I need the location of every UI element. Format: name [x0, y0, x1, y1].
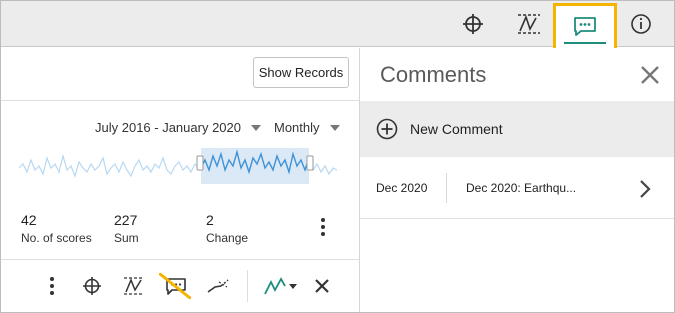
divider	[446, 173, 447, 203]
kpi-count: 42 No. of scores	[21, 212, 92, 245]
comment-date: Dec 2020	[376, 181, 428, 195]
period-label: Monthly	[274, 120, 320, 135]
top-toolbar	[1, 1, 674, 51]
range-handle-right[interactable]	[306, 155, 314, 171]
app-frame: Show Records July 2016 - January 2020 Mo…	[0, 0, 675, 313]
chart-type-icon[interactable]	[263, 272, 299, 300]
trend-lines-icon[interactable]	[119, 272, 149, 300]
divider	[247, 270, 248, 302]
comment-title: Dec 2020: Earthqu...	[466, 181, 577, 195]
kpi-sum: 227 Sum	[114, 212, 139, 245]
chevron-right-icon	[640, 180, 651, 198]
timeline-sparkline[interactable]	[19, 146, 337, 186]
close-icon[interactable]	[307, 272, 337, 300]
crosshair-icon[interactable]	[77, 272, 107, 300]
kpi-label: Sum	[114, 231, 139, 245]
range-handle-left[interactable]	[196, 155, 204, 171]
comments-off-icon[interactable]	[157, 272, 193, 300]
date-range-select[interactable]: July 2016 - January 2020	[95, 120, 261, 135]
chevron-down-icon	[250, 124, 261, 131]
panel-title: Comments	[380, 62, 487, 87]
new-comment-button[interactable]: New Comment	[360, 101, 674, 157]
kpi-value: 42	[21, 212, 37, 228]
close-icon[interactable]	[636, 61, 664, 89]
chart-panel: Show Records July 2016 - January 2020 Mo…	[1, 48, 359, 312]
kpi-label: No. of scores	[21, 231, 92, 245]
kpi-value: 2	[206, 212, 214, 228]
chevron-down-icon	[329, 124, 340, 131]
divider	[1, 259, 359, 260]
date-range-label: July 2016 - January 2020	[95, 120, 241, 135]
comments-icon	[574, 17, 596, 36]
kpi-label: Change	[206, 231, 249, 245]
kpi-more-icon[interactable]	[315, 218, 331, 242]
crosshair-icon[interactable]	[453, 8, 493, 40]
add-circle-icon	[376, 118, 398, 140]
show-records-button[interactable]: Show Records	[253, 57, 349, 88]
sparkline-faded	[19, 153, 200, 178]
period-select[interactable]: Monthly	[274, 120, 340, 135]
comments-panel: Comments New Comment Dec 2020 Dec 2020: …	[359, 48, 674, 312]
more-vertical-icon[interactable]	[37, 272, 67, 300]
forecast-icon[interactable]	[203, 272, 233, 300]
divider	[1, 100, 359, 101]
comment-list-item[interactable]: Dec 2020 Dec 2020: Earthqu...	[360, 157, 674, 219]
comments-button[interactable]	[553, 3, 617, 51]
trend-lines-icon[interactable]	[509, 8, 549, 40]
info-icon[interactable]	[621, 8, 661, 40]
kpi-value: 227	[114, 212, 138, 228]
kpi-change: 2 Change	[206, 212, 248, 245]
active-indicator	[564, 42, 606, 44]
new-comment-label: New Comment	[410, 121, 503, 137]
